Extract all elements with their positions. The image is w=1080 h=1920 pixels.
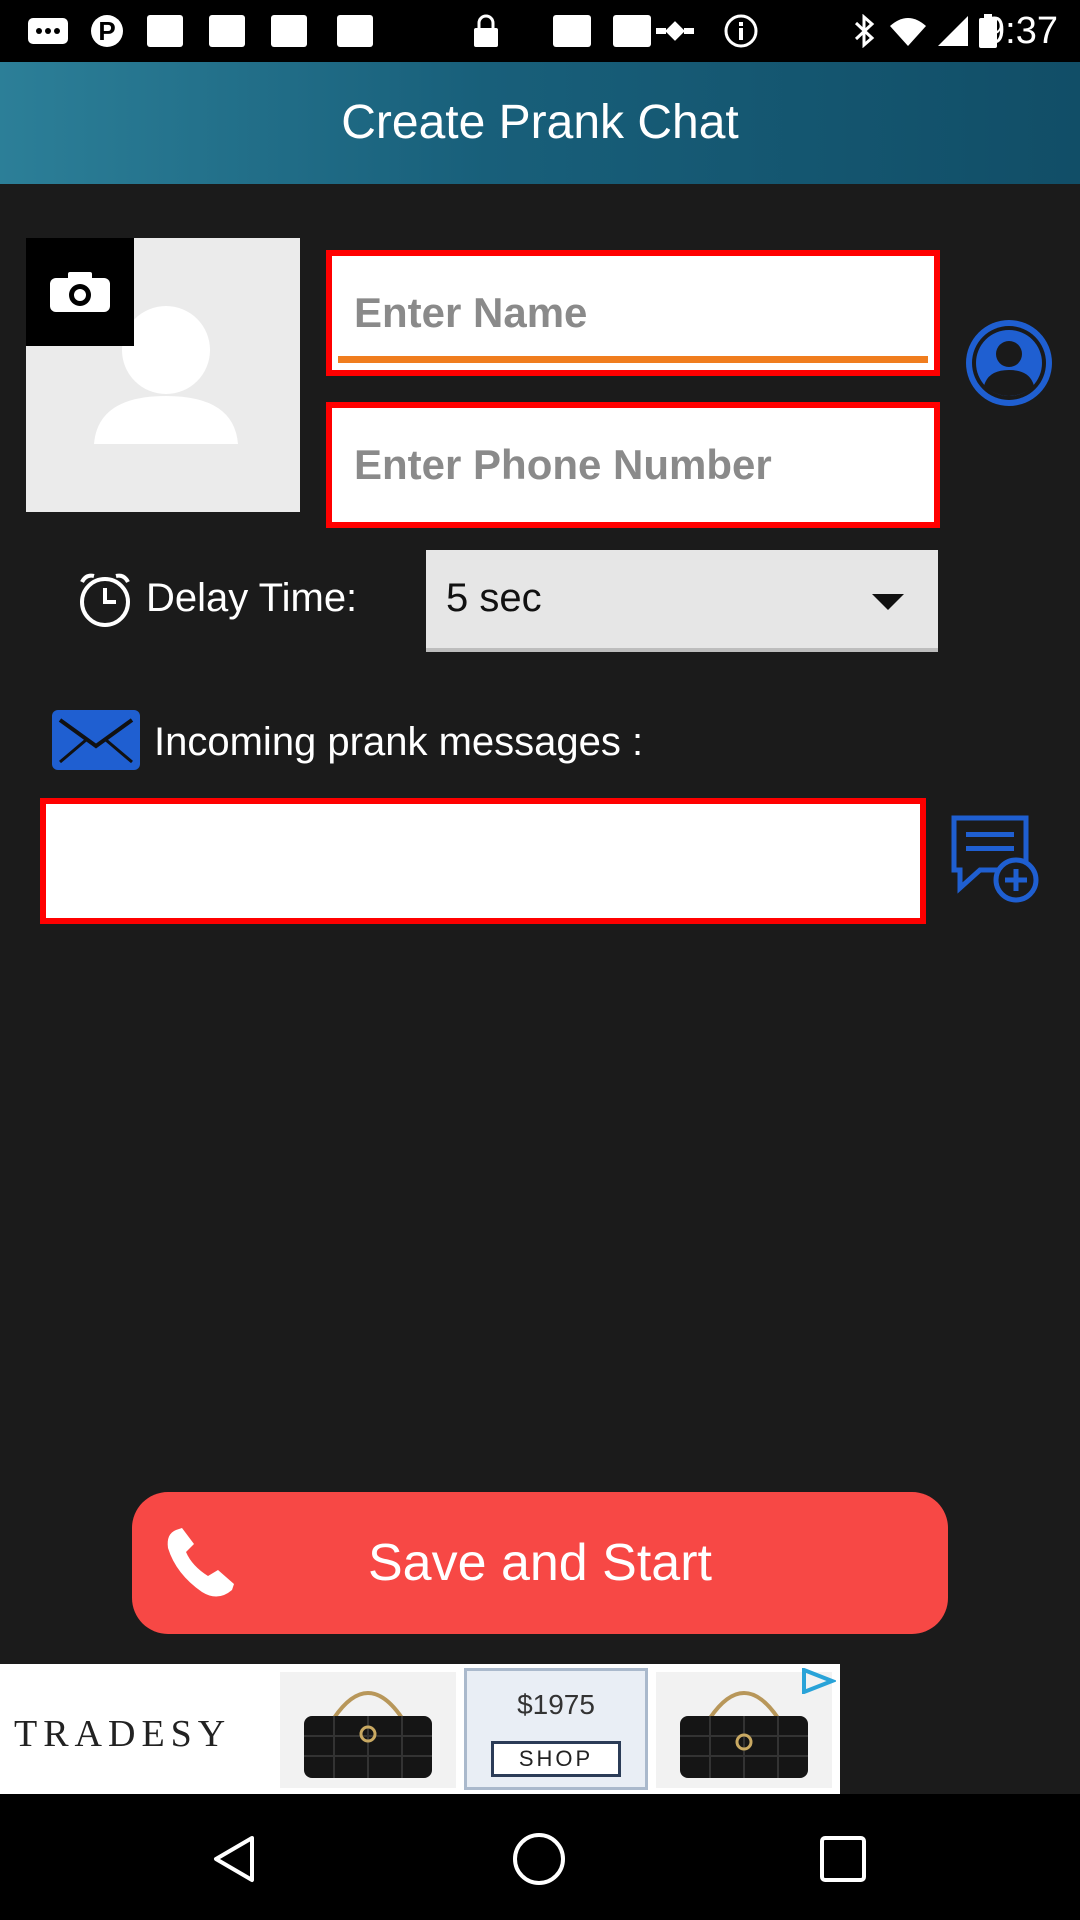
gallery-icon	[209, 15, 245, 47]
adchoices-icon[interactable]	[800, 1668, 836, 1694]
svg-text:P: P	[98, 16, 115, 46]
camera-icon	[50, 272, 110, 312]
ad-banner[interactable]: TRADESY $1975 SHOP	[0, 1664, 840, 1794]
bluetooth-icon	[854, 14, 875, 48]
title-bar: Create Prank Chat	[0, 62, 1080, 184]
wifi-icon	[890, 18, 926, 46]
navigation-bar	[0, 1794, 1080, 1920]
gallery-icon	[613, 15, 651, 47]
chevron-down-icon	[872, 594, 904, 610]
home-icon[interactable]	[512, 1832, 566, 1886]
alarm-clock-icon	[80, 573, 130, 627]
delay-time-label: Delay Time:	[146, 576, 358, 620]
phone-icon	[167, 1528, 234, 1597]
ad-shop-panel[interactable]: $1975 SHOP	[464, 1668, 648, 1790]
phone-number-input[interactable]	[332, 408, 934, 522]
mail-icon	[52, 710, 140, 770]
prank-message-input[interactable]	[46, 804, 920, 918]
name-input[interactable]	[332, 256, 934, 370]
satellite-icon	[656, 21, 694, 41]
prank-message-field[interactable]	[40, 798, 926, 924]
delay-time-value: 5 sec	[446, 576, 542, 620]
gallery-icon	[337, 15, 373, 47]
change-photo-button[interactable]	[26, 238, 134, 346]
contact-picker-icon[interactable]	[964, 318, 1054, 408]
phone-number-field[interactable]	[326, 402, 940, 528]
recents-icon[interactable]	[818, 1834, 868, 1884]
ad-brand: TRADESY	[14, 1713, 232, 1755]
save-and-start-label: Save and Start	[368, 1534, 712, 1592]
incoming-messages-label: Incoming prank messages :	[154, 720, 644, 764]
ad-product-image[interactable]	[280, 1672, 456, 1788]
page-title: Create Prank Chat	[341, 96, 739, 149]
status-time: 9:37	[984, 10, 1058, 52]
status-bar: P 9:37	[0, 0, 1080, 62]
pinterest-icon: P	[91, 15, 123, 47]
handbag-icon	[680, 1691, 808, 1778]
signal-icon	[938, 16, 968, 46]
ad-shop-button[interactable]: SHOP	[491, 1741, 621, 1777]
chat-icon	[28, 18, 68, 44]
add-message-icon[interactable]	[950, 814, 1040, 904]
save-and-start-button[interactable]: Save and Start	[132, 1492, 948, 1634]
gallery-icon	[271, 15, 307, 47]
lock-icon	[474, 14, 498, 47]
handbag-icon	[304, 1691, 432, 1778]
ad-price: $1975	[517, 1689, 595, 1720]
gallery-icon	[553, 15, 591, 47]
name-focus-underline	[338, 356, 928, 363]
back-icon[interactable]	[210, 1834, 260, 1884]
gallery-icon	[147, 15, 183, 47]
delay-time-dropdown[interactable]: 5 sec	[426, 550, 938, 652]
info-icon	[724, 14, 758, 48]
